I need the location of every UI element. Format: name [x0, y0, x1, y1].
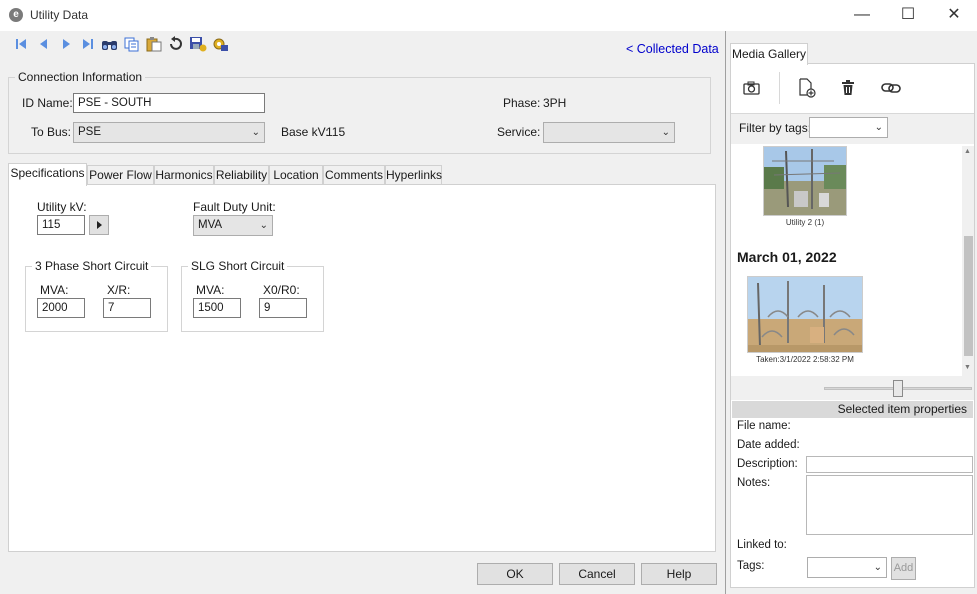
delete-icon[interactable]	[840, 79, 856, 100]
save-icon[interactable]	[189, 36, 207, 52]
chevron-down-icon: ⌄	[259, 220, 268, 231]
scroll-thumb[interactable]	[964, 236, 973, 356]
three-phase-legend: 3 Phase Short Circuit	[32, 259, 152, 273]
linked-to-label: Linked to:	[737, 539, 787, 551]
help-button[interactable]: Help	[641, 563, 717, 585]
collected-data-link[interactable]: < Collected Data	[626, 42, 719, 56]
id-name-label: ID Name:	[22, 96, 73, 110]
service-select[interactable]: ⌄	[543, 122, 675, 143]
slg-legend: SLG Short Circuit	[188, 259, 288, 273]
minimize-button[interactable]: —	[839, 0, 885, 31]
link-icon[interactable]	[881, 80, 901, 99]
base-kv-label: Base kV:	[281, 125, 329, 139]
zoom-slider-thumb[interactable]	[893, 380, 903, 397]
three-phase-mva-input[interactable]: 2000	[37, 298, 85, 318]
add-tag-button[interactable]: Add	[891, 557, 916, 580]
date-added-label: Date added:	[737, 439, 800, 451]
filter-tags-select[interactable]: ⌄	[809, 117, 888, 138]
first-record-icon[interactable]	[13, 36, 31, 52]
tab-location[interactable]: Location	[269, 165, 323, 185]
fault-duty-unit-label: Fault Duty Unit:	[193, 200, 276, 214]
utility-kv-expand-button[interactable]	[89, 215, 109, 235]
undo-icon[interactable]	[167, 36, 185, 52]
phase-value: 3PH	[543, 96, 567, 110]
scroll-down-icon[interactable]: ▼	[964, 364, 971, 371]
tab-media-gallery[interactable]: Media Gallery	[730, 43, 808, 65]
base-kv-value: 115	[326, 125, 346, 139]
fault-duty-unit-value: MVA	[198, 219, 223, 231]
cancel-button[interactable]: Cancel	[559, 563, 635, 585]
three-phase-xr-label: X/R:	[107, 283, 131, 297]
gallery-item-caption: Utility 2 (1)	[785, 218, 825, 227]
slg-mva-input[interactable]: 1500	[193, 298, 241, 318]
to-bus-value: PSE	[78, 126, 102, 138]
next-record-icon[interactable]	[58, 36, 76, 52]
file-name-label: File name:	[737, 420, 791, 432]
paste-icon[interactable]	[145, 36, 163, 52]
tab-comments[interactable]: Comments	[323, 165, 385, 185]
chevron-down-icon: ⌄	[874, 122, 883, 133]
notes-label: Notes:	[737, 477, 771, 489]
tab-hyperlinks[interactable]: Hyperlinks	[385, 165, 442, 185]
utility-kv-label: Utility kV:	[37, 200, 87, 214]
chevron-down-icon: ⌄	[251, 127, 260, 138]
maximize-button[interactable]: ☐	[885, 0, 931, 31]
to-bus-label: To Bus:	[31, 125, 72, 139]
last-record-icon[interactable]	[80, 36, 98, 52]
add-file-icon[interactable]	[797, 78, 817, 101]
tags-select[interactable]: ⌄	[807, 557, 887, 578]
description-input[interactable]	[806, 456, 973, 473]
slg-x0r0-input[interactable]: 9	[259, 298, 307, 318]
gallery-thumbnail[interactable]	[747, 276, 863, 353]
find-icon[interactable]	[101, 36, 119, 52]
copy-icon[interactable]	[123, 36, 141, 52]
selected-item-properties-header: Selected item properties	[732, 401, 973, 418]
fault-duty-unit-select[interactable]: MVA ⌄	[193, 215, 273, 236]
service-label: Service:	[497, 125, 541, 139]
panel-splitter[interactable]	[725, 31, 726, 594]
play-icon	[97, 221, 102, 229]
scroll-up-icon[interactable]: ▲	[964, 148, 971, 155]
tab-reliability[interactable]: Reliability	[214, 165, 269, 185]
close-button[interactable]: ✕	[931, 0, 977, 31]
connection-legend: Connection Information	[15, 70, 146, 84]
title-bar	[0, 0, 977, 31]
three-phase-xr-input[interactable]: 7	[103, 298, 151, 318]
app-icon: e	[9, 8, 23, 22]
slg-x0r0-label: X0/R0:	[263, 283, 300, 297]
three-phase-mva-label: MVA:	[40, 283, 69, 297]
tab-specifications[interactable]: Specifications	[8, 163, 87, 186]
filter-by-tags-label: Filter by tags:	[739, 121, 812, 135]
camera-icon[interactable]	[743, 80, 761, 99]
window-title: Utility Data	[30, 8, 89, 22]
gallery-scrollbar[interactable]: ▲ ▼	[962, 146, 974, 376]
description-label: Description:	[737, 458, 798, 470]
gallery-thumbnail[interactable]	[763, 146, 847, 216]
gallery-item-caption: Taken:3/1/2022 2:58:32 PM	[756, 355, 854, 364]
prev-record-icon[interactable]	[36, 36, 54, 52]
id-name-input[interactable]: PSE - SOUTH	[73, 93, 265, 113]
chevron-down-icon: ⌄	[873, 562, 882, 573]
toolbar-separator	[779, 72, 780, 104]
slg-mva-label: MVA:	[196, 283, 225, 297]
to-bus-select[interactable]: PSE ⌄	[73, 122, 265, 143]
ok-button[interactable]: OK	[477, 563, 553, 585]
settings-icon[interactable]	[211, 36, 229, 52]
phase-label: Phase:	[503, 96, 541, 110]
tab-power-flow[interactable]: Power Flow	[87, 165, 154, 185]
utility-kv-input[interactable]: 115	[37, 215, 85, 235]
gallery-date-header: March 01, 2022	[737, 249, 837, 265]
specifications-panel	[8, 184, 716, 552]
tab-harmonics[interactable]: Harmonics	[154, 165, 214, 185]
gallery-list[interactable]: Utility 2 (1) March 01, 2022 Taken:3/1/2…	[731, 146, 962, 376]
chevron-down-icon: ⌄	[661, 127, 670, 138]
tags-label: Tags:	[737, 560, 765, 572]
notes-textarea[interactable]	[806, 475, 973, 535]
